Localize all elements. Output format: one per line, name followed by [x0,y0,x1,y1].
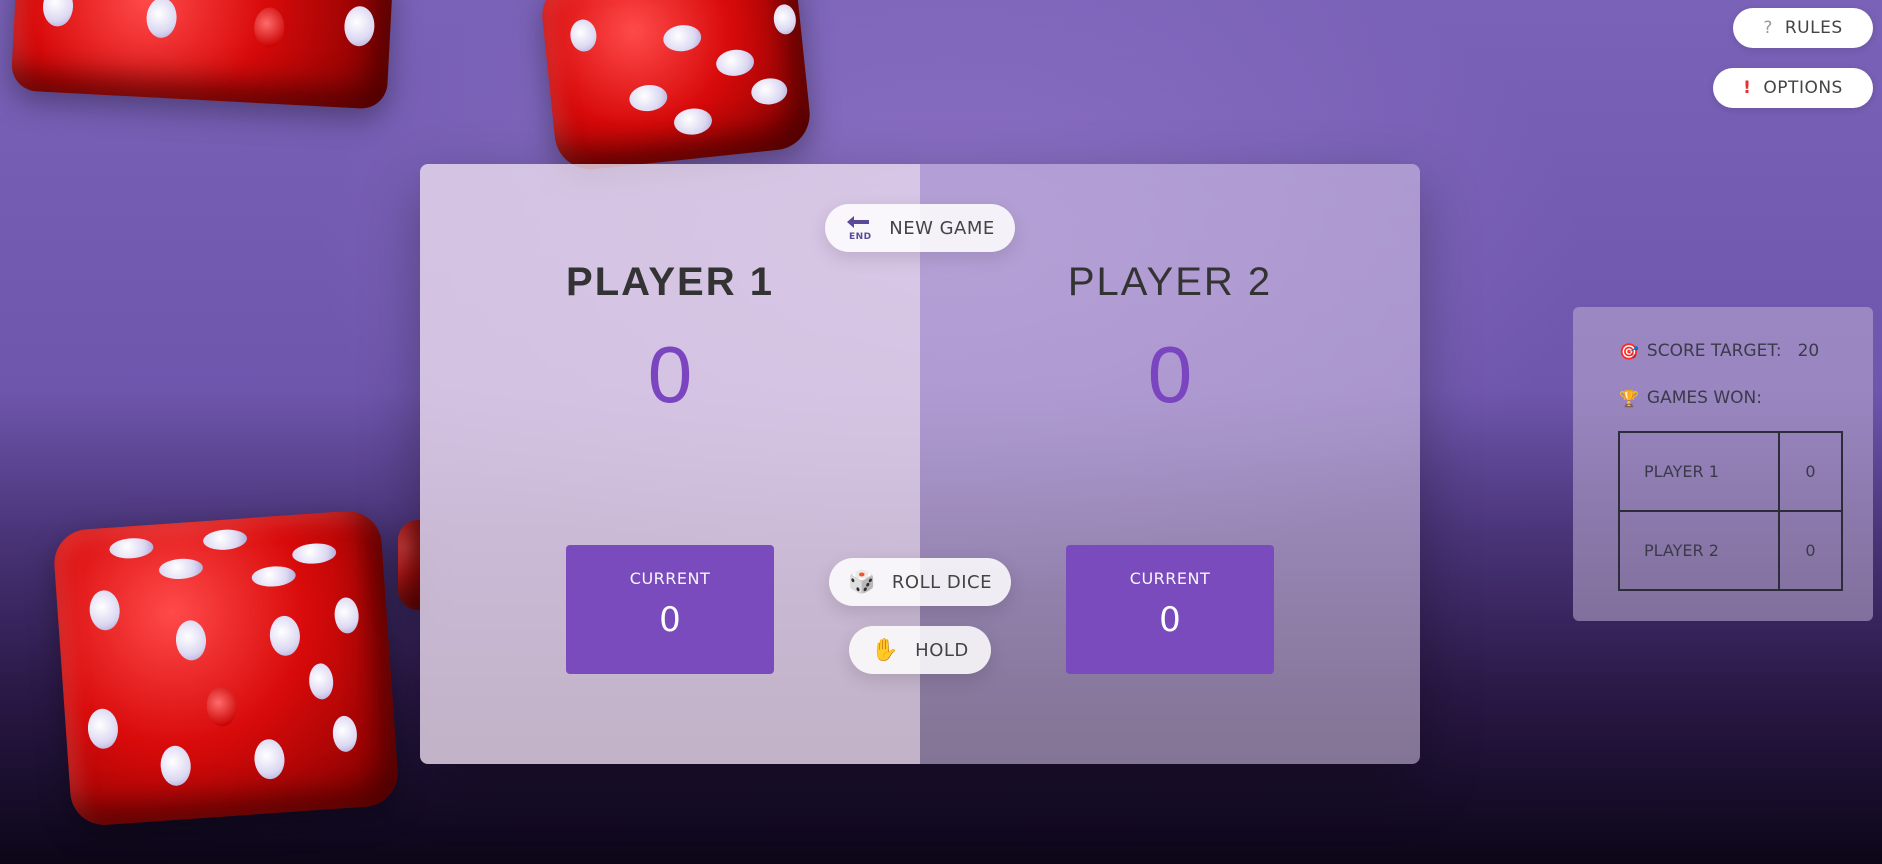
new-game-button[interactable]: END NEW GAME [825,204,1015,252]
games-won-player-2: PLAYER 2 [1618,510,1780,591]
question-icon: ? [1763,18,1773,38]
games-won-table: PLAYER 1 0 PLAYER 2 0 [1618,431,1843,591]
games-won-player-1-count: 0 [1778,431,1843,512]
dice-icon: 🎲 [848,569,876,595]
player-1-current-value: 0 [659,600,681,640]
games-won-label: GAMES WON: [1646,388,1762,408]
raised-hand-icon: ✋ [871,637,900,663]
player-2-current-value: 0 [1159,600,1181,640]
player-2-panel: PLAYER 2 0 CURRENT 0 [920,164,1420,764]
hold-button[interactable]: ✋ HOLD [849,626,991,674]
games-won-player-1: PLAYER 1 [1618,431,1780,512]
score-target-row: 🎯 SCORE TARGET: 20 [1619,341,1819,361]
options-button[interactable]: ! OPTIONS [1713,68,1873,108]
game-board: PLAYER 1 0 CURRENT 0 PLAYER 2 0 CURRENT … [420,164,1420,764]
exclamation-icon: ! [1743,78,1752,98]
player-2-current-box: CURRENT 0 [1066,545,1274,674]
player-1-name: PLAYER 1 [566,260,774,304]
svg-text:END: END [849,232,872,241]
player-1-current-label: CURRENT [629,569,711,588]
options-label: OPTIONS [1763,78,1843,98]
player-2-name: PLAYER 2 [1067,260,1273,304]
stats-panel: 🎯 SCORE TARGET: 20 🏆 GAMES WON: PLAYER 1… [1573,307,1873,621]
table-row: PLAYER 1 0 [1618,431,1843,512]
roll-dice-button[interactable]: 🎲 ROLL DICE [829,558,1011,606]
trophy-icon: 🏆 [1619,388,1639,408]
hold-label: HOLD [915,639,969,661]
score-target-value: 20 [1797,341,1820,361]
rules-button[interactable]: ? RULES [1733,8,1873,48]
games-won-player-2-count: 0 [1778,510,1843,591]
score-target-label: SCORE TARGET: [1646,341,1782,361]
player-1-score: 0 [647,330,693,419]
games-won-row: 🏆 GAMES WON: [1619,388,1762,408]
new-game-label: NEW GAME [889,217,995,239]
table-row: PLAYER 2 0 [1618,510,1843,591]
target-icon: 🎯 [1619,341,1639,361]
rules-label: RULES [1784,18,1843,38]
end-arrow-icon: END [845,213,873,244]
player-2-score: 0 [1147,330,1193,419]
player-2-current-label: CURRENT [1129,569,1211,588]
roll-dice-label: ROLL DICE [891,571,992,593]
player-1-current-box: CURRENT 0 [566,545,774,674]
player-1-panel: PLAYER 1 0 CURRENT 0 [420,164,920,764]
